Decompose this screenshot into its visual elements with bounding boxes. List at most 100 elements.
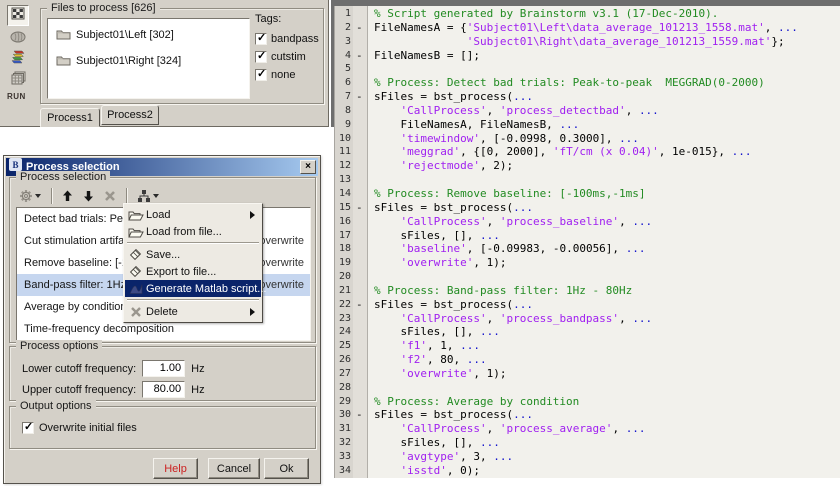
tab-process2[interactable]: Process2 [101,105,159,125]
check-mark: ✓ [257,49,266,62]
code-line: 13 [331,173,840,187]
save-icon [125,265,146,278]
menu-item-load-from-file[interactable]: Load from file... [125,223,261,240]
code-line: 18 'baseline', [-0.09983, -0.00056], ... [331,242,840,256]
code-text: 'CallProcess', 'process_detectbad', ... [374,104,659,118]
line-number: 22 [334,298,351,312]
overwrite-checkbox[interactable]: ✓ [22,422,34,434]
ok-button[interactable]: Ok [264,458,309,479]
menu-item-label: Delete [146,306,250,318]
svg-text:B: B [12,160,18,170]
menu-item-delete[interactable]: Delete [125,303,261,320]
menu-item-generate-matlab-script[interactable]: Generate Matlab script... [125,280,261,297]
help-button[interactable]: Help [153,458,198,479]
code-line: 26 'f2', 80, ... [331,353,840,367]
lower-cutoff-input[interactable]: 1.00 [142,360,185,377]
tag-checkbox-none[interactable]: ✓ [255,69,267,81]
folder-open-icon [125,209,146,221]
remove-process-button[interactable] [101,188,119,204]
code-line: 20 [331,270,840,284]
sidebar-button-brain[interactable] [7,28,29,49]
move-up-button[interactable] [59,188,76,204]
output-options-group: Output options ✓ Overwrite initial files [9,406,316,449]
files-group-title: Files to process [626] [47,2,160,15]
code-line: 2-FileNamesA = {'Subject01\Left\data_ave… [331,21,840,35]
menu-item-label: Load from file... [146,226,257,238]
line-number: 28 [334,381,351,395]
line-number: 8 [334,104,351,118]
dialog-buttons: Help CancelOk [4,458,320,480]
code-lines: 1% Script generated by Brainstorm v3.1 (… [331,7,840,478]
process-row-tag: overwrite [259,235,304,247]
pipeline-menu-button[interactable] [134,187,162,205]
tag-checkbox-row: ✓ bandpass [255,30,323,48]
process-options-button[interactable] [16,187,44,205]
submenu-arrow-icon [250,211,255,219]
sidebar-button-layers[interactable] [7,70,29,91]
code-text: 'meggrad', {[0, 2000], 'fT/cm (x 0.04)',… [374,145,752,159]
matlab-icon [125,283,146,295]
code-line: 19 'overwrite', 1); [331,256,840,270]
move-down-button[interactable] [80,188,97,204]
menu-item-label: Load [146,209,250,221]
cancel-button[interactable]: Cancel [208,458,260,479]
code-text: 'Subject01\Right\data_average_101213_155… [374,35,785,49]
code-line: 34 'isstd', 0); [331,464,840,478]
sidebar-button-filter[interactable] [7,5,29,26]
code-text: 'f2', 80, ... [374,353,487,367]
menu-item-load[interactable]: Load [125,206,261,223]
code-text: sFiles = bst_process(... [374,201,533,215]
menu-item-save[interactable]: Save... [125,246,261,263]
chevron-down-icon [153,194,159,198]
file-list-item[interactable]: Subject01\Left [302] [48,25,249,45]
file-list-item[interactable]: Subject01\Right [324] [48,51,249,71]
code-text: 'overwrite', 1); [374,367,506,381]
tags-box: Tags: ✓bandpass✓cutstim✓none [255,13,323,84]
code-line: 7-sFiles = bst_process(... [331,90,840,104]
tag-checkbox-bandpass[interactable]: ✓ [255,33,267,45]
line-number: 14 [334,187,351,201]
frequency-field-row: Upper cutoff frequency:80.00Hz [22,381,205,398]
sidebar-button-colormap[interactable] [7,49,29,70]
menu-item-export-to-file[interactable]: Export to file... [125,263,261,280]
code-line: 29% Process: Average by condition [331,395,840,409]
matlab-editor: 1% Script generated by Brainstorm v3.1 (… [331,0,840,486]
line-number: 16 [334,215,351,229]
code-text: 'baseline', [-0.09983, -0.00056], ... [374,242,646,256]
overwrite-checkbox-label: Overwrite initial files [39,422,137,434]
code-line: 10 'timewindow', [-0.0998, 0.3000], ... [331,132,840,146]
tag-checkbox-cutstim[interactable]: ✓ [255,51,267,63]
code-text: 'rejectmode', 2); [374,159,513,173]
line-number: 5 [334,62,351,76]
menu-separator [127,299,259,301]
upper-cutoff-input[interactable]: 80.00 [142,381,185,398]
code-text: FileNamesA, FileNamesB, ... [374,118,579,132]
check-mark: ✓ [257,67,266,80]
pipeline-icon [137,189,151,203]
close-icon[interactable]: × [300,160,316,174]
code-text: 'timewindow', [-0.0998, 0.3000], ... [374,132,639,146]
submenu-arrow-icon [250,308,255,316]
tags-label: Tags: [255,13,323,25]
tag-label: cutstim [271,51,306,63]
code-line: 31 'CallProcess', 'process_average', ... [331,422,840,436]
frequency-field-row: Lower cutoff frequency:1.00Hz [22,360,205,377]
code-text: % Process: Remove baseline: [-100ms,-1ms… [374,187,646,201]
menu-item-label: Generate Matlab script... [146,283,266,295]
tab-process1[interactable]: Process1 [40,108,100,127]
code-line: 5 [331,62,840,76]
save-icon [125,248,146,261]
run-button[interactable]: RUN [7,92,31,101]
field-unit: Hz [191,363,204,375]
chevron-down-icon [35,194,41,198]
tag-label: bandpass [271,33,319,45]
x-icon [104,190,116,202]
check-mark: ✓ [24,420,33,433]
code-line: 14 % Process: Remove baseline: [-100ms,-1… [331,187,840,201]
files-list[interactable]: Subject01\Left [302] Subject01\Right [324… [47,18,250,99]
code-line: 21% Process: Band-pass filter: 1Hz - 80H… [331,284,840,298]
process-row-label: Average by condition [24,301,127,313]
code-line: 30-sFiles = bst_process(... [331,408,840,422]
code-text: 'f1', 1, ... [374,339,480,353]
folder-open-icon [125,226,146,238]
